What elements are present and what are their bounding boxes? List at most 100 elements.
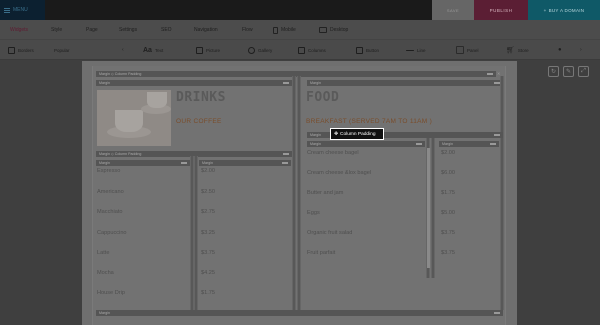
left-gutter	[0, 61, 82, 325]
tab-label: Navigation	[194, 27, 218, 33]
column-padding-tooltip[interactable]: ✥ Column Padding	[330, 128, 384, 140]
tool-label: Panel	[467, 47, 479, 53]
widget-toolbar: Borders Popular ‹ Aa Text Picture Galler…	[0, 40, 600, 60]
editor-nav: Widgets Style Page Settings SEO Navigati…	[0, 20, 600, 40]
tool-line[interactable]: Line	[406, 40, 426, 60]
drag-handle-icon[interactable]	[494, 312, 500, 314]
column-divider[interactable]	[194, 156, 198, 310]
coffee-image[interactable]	[97, 90, 171, 146]
drag-handle-icon[interactable]	[487, 73, 493, 75]
save-button[interactable]: SAVE	[432, 0, 474, 20]
menu-item: Cream cheese &lox bagel	[307, 170, 372, 176]
panel-icon	[456, 46, 464, 54]
right-gutter	[517, 61, 600, 325]
tab-label: Mobile	[281, 27, 296, 33]
tool-store[interactable]: 🛒︎ Store	[506, 40, 529, 60]
margin-label: Margin	[310, 142, 321, 146]
column-divider[interactable]	[292, 76, 296, 310]
drag-handle-icon[interactable]	[282, 162, 288, 164]
borders-toggle[interactable]: Borders	[8, 40, 34, 60]
margin-bar[interactable]: Margin	[199, 160, 291, 166]
tool-panel[interactable]: Panel	[456, 40, 479, 60]
tab-settings[interactable]: Settings	[119, 20, 137, 40]
column-divider[interactable]	[500, 76, 504, 310]
drag-handle-icon[interactable]	[283, 153, 289, 155]
menu-button[interactable]: MENU	[0, 0, 45, 20]
move-icon: ✥	[334, 131, 339, 137]
tab-seo[interactable]: SEO	[161, 20, 172, 40]
tab-label: Page	[86, 27, 98, 33]
tab-style[interactable]: Style	[51, 20, 62, 40]
toolbar-prev-button[interactable]: ‹	[122, 40, 124, 60]
menu-item: Macchiato	[97, 209, 123, 215]
margin-label: Margin	[202, 161, 213, 165]
drag-handle-icon[interactable]	[181, 162, 187, 164]
tab-page[interactable]: Page	[86, 20, 98, 40]
margin-bar[interactable]: Margin	[439, 141, 499, 147]
drag-handle-icon[interactable]	[494, 134, 500, 136]
text-icon: Aa	[143, 46, 152, 54]
menu-price: $1.75	[441, 190, 455, 196]
menu-price: $1.75	[201, 290, 215, 296]
margin-label: Margin	[310, 133, 321, 137]
mobile-icon	[273, 26, 278, 34]
tool-label: Button	[366, 47, 380, 53]
margin-bar[interactable]: Margin	[96, 80, 292, 86]
tool-columns[interactable]: Columns	[298, 40, 326, 60]
tooltip-label: Column Padding	[340, 131, 376, 137]
tool-map[interactable]: ●	[558, 40, 562, 60]
desktop-icon	[319, 27, 327, 33]
margin-bar[interactable]: Margin	[96, 310, 503, 316]
line-icon	[406, 49, 414, 51]
tool-text[interactable]: Aa Text	[143, 40, 163, 60]
tab-label: Flow	[242, 27, 253, 33]
column-scrollbar[interactable]	[427, 148, 430, 268]
close-icon[interactable]: ✕	[497, 71, 599, 77]
tab-mobile[interactable]: Mobile	[273, 20, 296, 40]
tab-flow[interactable]: Flow	[242, 20, 253, 40]
menu-price: $2.75	[201, 209, 215, 215]
margin-bar[interactable]: Margin	[96, 160, 190, 166]
tab-widgets[interactable]: Widgets	[10, 20, 28, 40]
tab-label: Desktop	[330, 27, 349, 33]
chevron-right-icon: ›	[580, 47, 582, 53]
preset-select[interactable]: Popular	[54, 40, 70, 60]
tool-label: Popular	[54, 47, 70, 53]
tool-picture[interactable]: Picture	[196, 40, 220, 60]
column-divider[interactable]	[297, 76, 301, 310]
tab-desktop[interactable]: Desktop	[319, 20, 348, 40]
buy-domain-label: BUY A DOMAIN	[548, 7, 585, 13]
menu-price: $4.25	[201, 270, 215, 276]
tab-label: Widgets	[10, 27, 29, 33]
margin-bar[interactable]: Margin	[307, 141, 425, 147]
publish-button[interactable]: PUBLISH	[474, 0, 528, 20]
drag-handle-icon[interactable]	[490, 143, 496, 145]
column-divider[interactable]	[431, 138, 435, 278]
tool-label: Picture	[206, 47, 221, 53]
tab-label: Style	[51, 27, 63, 33]
menu-item: Cappuccino	[97, 230, 127, 236]
menu-item: Butter and jam	[307, 190, 344, 196]
menu-item: Mocha	[97, 270, 114, 276]
menu-price: $6.00	[441, 170, 455, 176]
button-icon	[356, 46, 363, 54]
food-heading: FOOD	[306, 90, 340, 105]
margin-bar[interactable]: Margin	[307, 80, 503, 86]
drinks-heading: DRINKS	[176, 90, 226, 105]
buy-domain-button[interactable]: + BUY A DOMAIN	[528, 0, 600, 20]
tab-navigation[interactable]: Navigation	[194, 20, 218, 40]
gallery-icon	[248, 46, 255, 54]
chevron-left-icon: ‹	[122, 47, 124, 53]
toolbar-next-button[interactable]: ›	[580, 40, 582, 60]
menu-item: House Drip	[97, 290, 125, 296]
drag-handle-icon[interactable]	[416, 143, 422, 145]
plus-icon: +	[543, 7, 547, 13]
margin-label: Margin	[310, 81, 321, 85]
tool-button[interactable]: Button	[356, 40, 379, 60]
menu-item: Organic fruit salad	[307, 230, 353, 236]
margin-bar[interactable]: Margin ◇ Column Padding	[96, 71, 496, 77]
drag-handle-icon[interactable]	[283, 82, 289, 84]
tool-gallery[interactable]: Gallery	[248, 40, 272, 60]
menu-item: Americano	[97, 189, 124, 195]
cart-icon: 🛒︎	[506, 47, 515, 54]
